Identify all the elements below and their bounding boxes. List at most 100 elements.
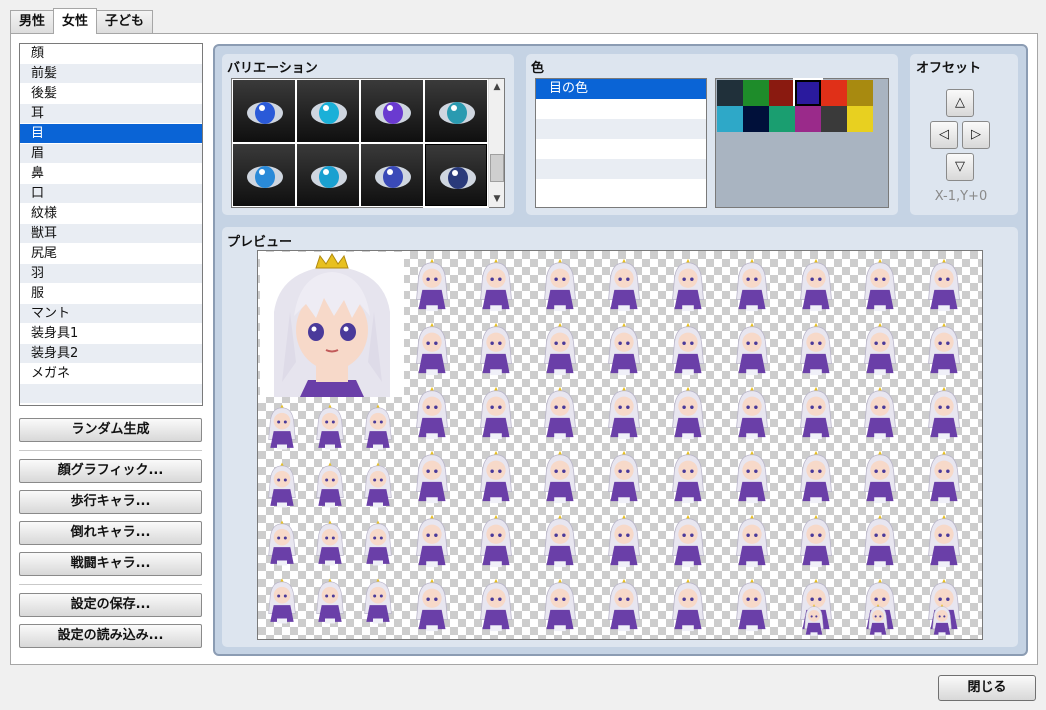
part-item-back-hair[interactable]: 後髪 bbox=[20, 84, 202, 104]
offset-up-button[interactable]: △ bbox=[946, 89, 974, 117]
character-sprite bbox=[792, 449, 840, 505]
eye-cyan-icon[interactable] bbox=[297, 144, 359, 206]
small-sprite bbox=[358, 575, 398, 627]
close-button[interactable]: 閉じる bbox=[938, 675, 1036, 701]
character-sprite bbox=[600, 577, 648, 633]
character-sprite bbox=[600, 449, 648, 505]
small-sprite bbox=[358, 459, 398, 511]
character-sprite bbox=[664, 449, 712, 505]
random-generate-button[interactable]: ランダム生成 bbox=[19, 418, 202, 442]
character-sprite bbox=[408, 513, 456, 569]
scrollbar-thumb[interactable] bbox=[490, 154, 504, 182]
gender-tabs: 男性 女性 子ども bbox=[10, 10, 152, 34]
part-item-eyes[interactable]: 目 bbox=[20, 124, 202, 144]
character-sprite bbox=[856, 449, 904, 505]
palette-swatch[interactable] bbox=[821, 80, 847, 106]
part-item-glasses[interactable]: メガネ bbox=[20, 364, 202, 384]
iris-shape bbox=[383, 166, 403, 188]
tab-female[interactable]: 女性 bbox=[53, 8, 97, 34]
part-list-empty-row bbox=[20, 384, 202, 404]
character-sprite bbox=[664, 385, 712, 441]
iris-shape bbox=[447, 102, 467, 124]
palette-swatch[interactable] bbox=[717, 80, 743, 106]
battle-character-button[interactable]: 戦闘キャラ... bbox=[19, 552, 202, 576]
save-settings-button[interactable]: 設定の保存... bbox=[19, 593, 202, 617]
character-sprite bbox=[600, 321, 648, 377]
part-item-accessory-1[interactable]: 装身具1 bbox=[20, 324, 202, 344]
part-item-clothes[interactable]: 服 bbox=[20, 284, 202, 304]
palette-swatch[interactable] bbox=[717, 106, 743, 132]
eye-purple-icon[interactable] bbox=[361, 80, 423, 142]
down-character-button[interactable]: 倒れキャラ... bbox=[19, 521, 202, 545]
down-sprite bbox=[852, 603, 904, 637]
small-sprite bbox=[262, 459, 302, 511]
palette-swatch[interactable] bbox=[769, 80, 795, 106]
character-sprite bbox=[600, 257, 648, 313]
character-sprite bbox=[728, 321, 776, 377]
palette-swatch[interactable] bbox=[847, 80, 873, 106]
part-item-front-hair[interactable]: 前髪 bbox=[20, 64, 202, 84]
eye-blue-icon[interactable] bbox=[233, 80, 295, 142]
palette-swatch[interactable] bbox=[795, 106, 821, 132]
face-graphic-button[interactable]: 顔グラフィック... bbox=[19, 459, 202, 483]
part-item-beast-ears[interactable]: 獣耳 bbox=[20, 224, 202, 244]
part-item-cloak[interactable]: マント bbox=[20, 304, 202, 324]
character-sprite bbox=[472, 577, 520, 633]
eye-highlight-shape bbox=[259, 169, 265, 175]
part-list[interactable]: 顔 前髪 後髪 耳 目 眉 鼻 口 紋様 獣耳 尻尾 羽 服 マント 装身具1 … bbox=[19, 43, 203, 406]
tab-child[interactable]: 子ども bbox=[96, 10, 153, 34]
iris-shape bbox=[448, 167, 468, 189]
offset-right-button[interactable]: ▷ bbox=[962, 121, 990, 149]
part-item-pattern[interactable]: 紋様 bbox=[20, 204, 202, 224]
palette-swatch[interactable] bbox=[743, 106, 769, 132]
character-sprite bbox=[536, 577, 584, 633]
color-target-list[interactable]: 目の色 bbox=[535, 78, 707, 208]
iris-shape bbox=[255, 102, 275, 124]
eye-cyan-icon[interactable] bbox=[297, 80, 359, 142]
iris-shape bbox=[255, 166, 275, 188]
character-sprite bbox=[856, 321, 904, 377]
eye-highlight-shape bbox=[323, 105, 329, 111]
eye-blue-icon[interactable] bbox=[233, 144, 295, 206]
part-item-accessory-2[interactable]: 装身具2 bbox=[20, 344, 202, 364]
scroll-down-arrow-icon[interactable]: ▼ bbox=[489, 191, 505, 207]
load-settings-button[interactable]: 設定の読み込み... bbox=[19, 624, 202, 648]
eye-indigo-icon[interactable] bbox=[361, 144, 423, 206]
walk-character-button[interactable]: 歩行キャラ... bbox=[19, 490, 202, 514]
offset-down-button[interactable]: ▽ bbox=[946, 153, 974, 181]
eye-teal-icon[interactable] bbox=[425, 80, 487, 142]
character-sprite bbox=[408, 449, 456, 505]
eye-dark-icon[interactable] bbox=[425, 144, 487, 206]
palette-swatch[interactable] bbox=[847, 106, 873, 132]
character-sprite bbox=[472, 449, 520, 505]
palette-swatch[interactable] bbox=[821, 106, 847, 132]
character-sprite bbox=[472, 385, 520, 441]
part-item-eyebrows[interactable]: 眉 bbox=[20, 144, 202, 164]
variation-scrollbar[interactable]: ▲ ▼ bbox=[488, 79, 504, 207]
part-item-ears[interactable]: 耳 bbox=[20, 104, 202, 124]
tab-male[interactable]: 男性 bbox=[10, 10, 54, 34]
part-item-nose[interactable]: 鼻 bbox=[20, 164, 202, 184]
character-sprite bbox=[728, 449, 776, 505]
palette-swatch[interactable] bbox=[743, 80, 769, 106]
face-portrait-image bbox=[260, 252, 404, 397]
character-sprite bbox=[664, 321, 712, 377]
character-sprite bbox=[600, 385, 648, 441]
part-item-mouth[interactable]: 口 bbox=[20, 184, 202, 204]
character-sprite bbox=[856, 513, 904, 569]
down-sprite bbox=[788, 603, 840, 637]
part-item-face[interactable]: 顔 bbox=[20, 44, 202, 64]
part-item-tail[interactable]: 尻尾 bbox=[20, 244, 202, 264]
palette-swatch[interactable] bbox=[769, 106, 795, 132]
character-sprite bbox=[728, 513, 776, 569]
eye-highlight-shape bbox=[387, 169, 393, 175]
color-item-eye-color[interactable]: 目の色 bbox=[536, 79, 706, 99]
scroll-up-arrow-icon[interactable]: ▲ bbox=[489, 79, 505, 95]
part-item-wings[interactable]: 羽 bbox=[20, 264, 202, 284]
color-title: 色 bbox=[531, 57, 544, 76]
character-sprite bbox=[920, 513, 968, 569]
small-sprite bbox=[262, 401, 302, 453]
offset-left-button[interactable]: ◁ bbox=[930, 121, 958, 149]
character-sprite bbox=[536, 257, 584, 313]
palette-swatch[interactable] bbox=[795, 80, 821, 106]
